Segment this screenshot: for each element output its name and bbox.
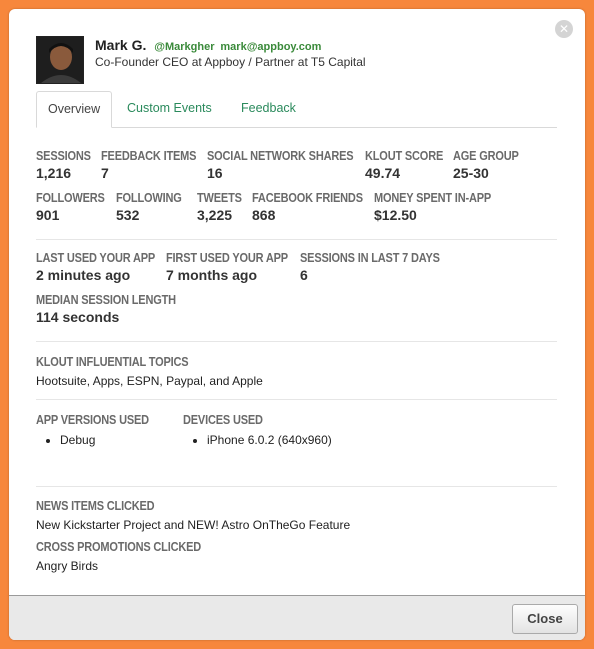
stat-value: $12.50 <box>374 207 417 223</box>
user-title: Co-Founder CEO at Appboy / Partner at T5… <box>95 55 366 69</box>
divider <box>36 399 557 400</box>
stat-following: FOLLOWING 532 <box>116 191 191 223</box>
news-items-section: NEWS ITEMS CLICKED New Kickstarter Proje… <box>36 499 350 532</box>
stat-value: 6 <box>300 267 308 283</box>
stat-label: TWEETS <box>197 191 242 205</box>
stat-value: 114 seconds <box>36 309 120 325</box>
modal-footer: Close <box>9 595 585 640</box>
klout-topics-label: KLOUT INFLUENTIAL TOPICS <box>36 355 189 369</box>
cross-promotions-section: CROSS PROMOTIONS CLICKED Angry Birds <box>36 540 224 573</box>
klout-topics-value: Hootsuite, Apps, ESPN, Paypal, and Apple <box>36 374 263 388</box>
app-versions-section: APP VERSIONS USED Debug <box>36 413 164 447</box>
stat-label: MEDIAN SESSION LENGTH <box>36 293 176 307</box>
stat-age-group: AGE GROUP 25-30 <box>453 149 528 181</box>
devices-label: DEVICES USED <box>183 413 263 427</box>
stat-value: 25-30 <box>453 165 489 181</box>
stat-value: 532 <box>116 207 140 223</box>
stat-label: SESSIONS <box>36 149 91 163</box>
user-email[interactable]: mark@appboy.com <box>220 41 321 53</box>
devices-list: iPhone 6.0.2 (640x960) <box>183 433 332 447</box>
stat-label: FIRST USED YOUR APP <box>166 251 288 265</box>
stat-sessions-last-7-days: SESSIONS IN LAST 7 DAYS 6 <box>300 251 459 283</box>
stat-value: 16 <box>207 165 223 181</box>
list-item: Debug <box>60 433 164 447</box>
stat-median-session-length: MEDIAN SESSION LENGTH 114 seconds <box>36 293 195 325</box>
app-versions-list: Debug <box>36 433 164 447</box>
tab-overview[interactable]: Overview <box>36 91 113 128</box>
user-handle[interactable]: @Markgher <box>154 41 214 53</box>
stat-value: 2 minutes ago <box>36 267 131 283</box>
stat-value: 7 months ago <box>166 267 258 283</box>
close-button[interactable]: Close <box>512 604 578 634</box>
list-item: iPhone 6.0.2 (640x960) <box>207 433 332 447</box>
stat-last-used: LAST USED YOUR APP 2 minutes ago <box>36 251 171 283</box>
stat-value: 868 <box>252 207 276 223</box>
user-profile-modal: ✕ Mark G. @Markgher mark@appboy.com Co-F… <box>9 9 585 640</box>
stat-facebook-friends: FACEBOOK FRIENDS 868 <box>252 191 378 223</box>
stat-value: 3,225 <box>197 207 233 223</box>
avatar <box>36 36 84 84</box>
divider <box>36 239 557 240</box>
user-name: Mark G. <box>95 37 147 53</box>
news-items-value: New Kickstarter Project and NEW! Astro O… <box>36 518 351 532</box>
stat-label: FACEBOOK FRIENDS <box>252 191 363 205</box>
stat-label: SOCIAL NETWORK SHARES <box>207 149 354 163</box>
cross-promotions-value: Angry Birds <box>36 559 99 573</box>
user-name-line: Mark G. @Markgher mark@appboy.com <box>95 37 321 53</box>
stat-first-used: FIRST USED YOUR APP 7 months ago <box>166 251 305 283</box>
stat-value: 49.74 <box>365 165 401 181</box>
close-icon[interactable]: ✕ <box>555 20 573 38</box>
stat-label: MONEY SPENT IN-APP <box>374 191 492 205</box>
tab-bar: Overview Custom Events Feedback <box>36 91 557 128</box>
stat-label: FOLLOWING <box>116 191 182 205</box>
app-versions-label: APP VERSIONS USED <box>36 413 149 427</box>
stat-value: 1,216 <box>36 165 72 181</box>
devices-section: DEVICES USED iPhone 6.0.2 (640x960) <box>183 413 332 447</box>
stat-label: FOLLOWERS <box>36 191 105 205</box>
stat-tweets: TWEETS 3,225 <box>197 191 248 223</box>
stat-value: 7 <box>101 165 109 181</box>
divider <box>36 486 557 487</box>
news-items-label: NEWS ITEMS CLICKED <box>36 499 155 513</box>
stat-label: SESSIONS IN LAST 7 DAYS <box>300 251 440 265</box>
stat-label: KLOUT SCORE <box>365 149 444 163</box>
divider <box>36 341 557 342</box>
stat-social-network-shares: SOCIAL NETWORK SHARES 16 <box>207 149 373 181</box>
tab-custom-events[interactable]: Custom Events <box>116 91 223 125</box>
stat-followers: FOLLOWERS 901 <box>36 191 114 223</box>
stat-label: LAST USED YOUR APP <box>36 251 156 265</box>
cross-promotions-label: CROSS PROMOTIONS CLICKED <box>36 540 202 554</box>
tab-feedback[interactable]: Feedback <box>230 91 307 125</box>
stat-klout-score: KLOUT SCORE 49.74 <box>365 149 454 181</box>
stat-label: AGE GROUP <box>453 149 519 163</box>
stat-label: FEEDBACK ITEMS <box>101 149 197 163</box>
klout-topics-section: KLOUT INFLUENTIAL TOPICS Hootsuite, Apps… <box>36 355 263 388</box>
stat-money-spent: MONEY SPENT IN-APP $12.50 <box>374 191 507 223</box>
stat-value: 901 <box>36 207 60 223</box>
stat-feedback-items: FEEDBACK ITEMS 7 <box>101 149 209 181</box>
stat-sessions: SESSIONS 1,216 <box>36 149 98 181</box>
